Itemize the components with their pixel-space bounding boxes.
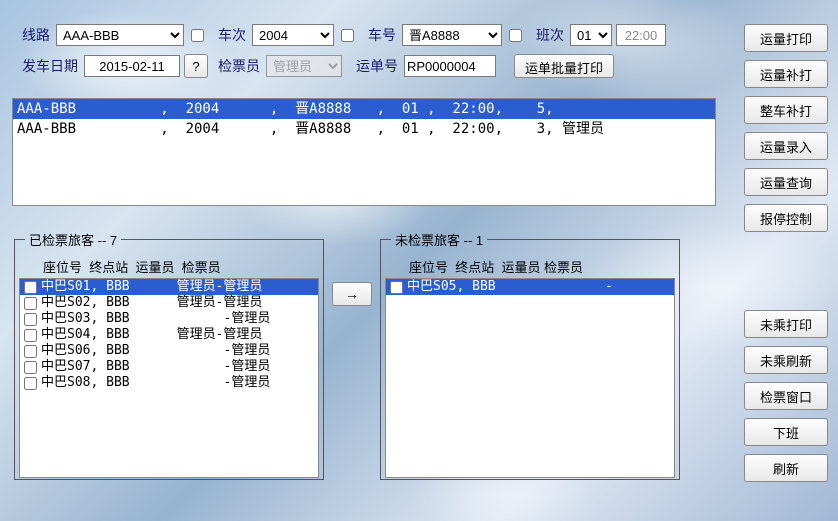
stop-control-button[interactable]: 报停控制	[744, 204, 828, 232]
refresh-button[interactable]: 刷新	[744, 454, 828, 482]
passenger-text: 中巴S06, BBB -管理员	[41, 343, 270, 359]
passenger-text: 中巴S05, BBB -	[407, 279, 613, 295]
passenger-text: 中巴S08, BBB -管理员	[41, 375, 270, 391]
trip-list[interactable]: AAA-BBB , 2004 , 晋A8888 , 01 , 22:00, 5,…	[12, 98, 716, 206]
car-reprint-button[interactable]: 整车补打	[744, 96, 828, 124]
passenger-checkbox[interactable]	[24, 297, 37, 310]
passenger-row[interactable]: 中巴S08, BBB -管理员	[20, 375, 318, 391]
passenger-checkbox[interactable]	[390, 281, 403, 294]
passenger-text: 中巴S03, BBB -管理员	[41, 311, 270, 327]
waybill-input[interactable]	[404, 55, 496, 77]
batch-print-button[interactable]: 运单批量打印	[514, 54, 614, 78]
shift-select[interactable]: 01	[570, 24, 612, 46]
passenger-checkbox[interactable]	[24, 313, 37, 326]
date-help-button[interactable]: ?	[184, 54, 208, 78]
top-form: 线路 AAA-BBB 车次 2004 车号 晋A8888 班次 01 发车日期 …	[0, 0, 838, 96]
shift-label: 班次	[536, 25, 564, 45]
unchecked-list[interactable]: 中巴S05, BBB -	[385, 278, 675, 478]
depart-date-label: 发车日期	[22, 56, 78, 76]
checked-header: 座位号 终点站 运量员 检票员	[19, 253, 319, 278]
volume-reprint-button[interactable]: 运量补打	[744, 60, 828, 88]
passenger-checkbox[interactable]	[24, 281, 37, 294]
checked-passengers-box: 已检票旅客 -- 7 座位号 终点站 运量员 检票员 中巴S01, BBB 管理…	[14, 230, 324, 480]
unchecked-passengers-box: 未检票旅客 -- 1 座位号 终点站 运量员 检票员 中巴S05, BBB -	[380, 230, 680, 480]
inspector-label: 检票员	[218, 56, 260, 76]
trip-select[interactable]: 2004	[252, 24, 334, 46]
passenger-row[interactable]: 中巴S05, BBB -	[386, 279, 674, 295]
passenger-row[interactable]: 中巴S04, BBB 管理员-管理员	[20, 327, 318, 343]
passenger-row[interactable]: 中巴S03, BBB -管理员	[20, 311, 318, 327]
trip-label: 车次	[218, 25, 246, 45]
passenger-text: 中巴S04, BBB 管理员-管理员	[41, 327, 262, 343]
passenger-row[interactable]: 中巴S02, BBB 管理员-管理员	[20, 295, 318, 311]
waybill-label: 运单号	[356, 56, 398, 76]
noboard-refresh-button[interactable]: 未乘刷新	[744, 346, 828, 374]
volume-query-button[interactable]: 运量查询	[744, 168, 828, 196]
trip-row[interactable]: AAA-BBB , 2004 , 晋A8888 , 01 , 22:00, 5,	[13, 99, 715, 119]
checked-list[interactable]: 中巴S01, BBB 管理员-管理员中巴S02, BBB 管理员-管理员中巴S0…	[19, 278, 319, 478]
trip-check[interactable]	[341, 29, 354, 42]
vehicle-select[interactable]: 晋A8888	[402, 24, 502, 46]
inspector-select: 管理员	[266, 55, 342, 77]
vehicle-label: 车号	[368, 25, 396, 45]
offduty-button[interactable]: 下班	[744, 418, 828, 446]
passenger-checkbox[interactable]	[24, 361, 37, 374]
passenger-row[interactable]: 中巴S01, BBB 管理员-管理员	[20, 279, 318, 295]
unchecked-legend: 未检票旅客 -- 1	[391, 230, 487, 249]
trip-row[interactable]: AAA-BBB , 2004 , 晋A8888 , 01 , 22:00, 3,…	[13, 119, 715, 139]
passenger-checkbox[interactable]	[24, 329, 37, 342]
passenger-checkbox[interactable]	[24, 377, 37, 390]
right-button-panel: 运量打印 运量补打 整车补打 运量录入 运量查询 报停控制 未乘打印 未乘刷新 …	[744, 24, 828, 482]
route-select[interactable]: AAA-BBB	[56, 24, 184, 46]
passenger-row[interactable]: 中巴S06, BBB -管理员	[20, 343, 318, 359]
route-check[interactable]	[191, 29, 204, 42]
passenger-checkbox[interactable]	[24, 345, 37, 358]
route-label: 线路	[22, 25, 50, 45]
check-window-button[interactable]: 检票窗口	[744, 382, 828, 410]
volume-print-button[interactable]: 运量打印	[744, 24, 828, 52]
unchecked-header: 座位号 终点站 运量员 检票员	[385, 253, 675, 278]
volume-entry-button[interactable]: 运量录入	[744, 132, 828, 160]
noboard-print-button[interactable]: 未乘打印	[744, 310, 828, 338]
move-right-button[interactable]: →	[332, 282, 372, 306]
depart-date-input[interactable]	[84, 55, 180, 77]
passenger-row[interactable]: 中巴S07, BBB -管理员	[20, 359, 318, 375]
checked-legend: 已检票旅客 -- 7	[25, 230, 121, 249]
passenger-text: 中巴S02, BBB 管理员-管理员	[41, 295, 262, 311]
passenger-text: 中巴S01, BBB 管理员-管理员	[41, 279, 262, 295]
passenger-text: 中巴S07, BBB -管理员	[41, 359, 270, 375]
vehicle-check[interactable]	[509, 29, 522, 42]
time-field	[616, 24, 666, 46]
